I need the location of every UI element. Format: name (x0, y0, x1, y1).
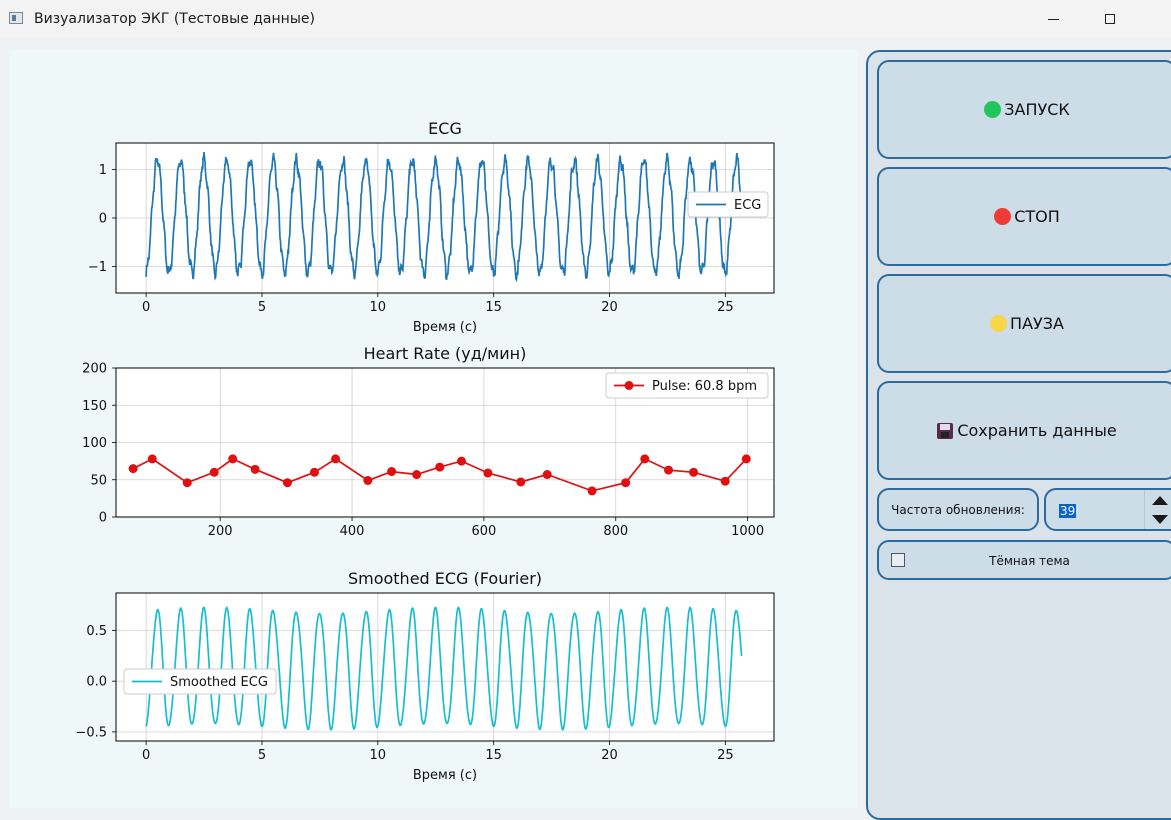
x-tick-label: 200 (208, 524, 233, 539)
maximize-icon (1105, 14, 1115, 24)
x-tick-label: 15 (485, 300, 502, 315)
legend: Pulse: 60.8 bpm (605, 372, 769, 399)
y-tick-label: 0.5 (86, 624, 107, 639)
update-rate-spinbox[interactable]: 39 (1044, 488, 1171, 531)
red-circle-icon (994, 208, 1012, 225)
x-tick-label: 20 (601, 300, 618, 315)
pause-button[interactable]: ПАУЗА (877, 274, 1171, 373)
data-point (182, 478, 192, 488)
app-window-icon (9, 12, 23, 24)
x-tick-label: 15 (485, 748, 502, 763)
chart-2: 200 400 600 800 1000 0 50 100 150 200 Heart Rate (… (82, 344, 775, 539)
data-point (621, 478, 631, 488)
legend-label: ECG (734, 198, 761, 213)
chart-3: 0 5 10 15 20 25 −0.5 0.0 0.5 Smoothed ECG (Fourie… (75, 569, 775, 783)
window-title: Визуализатор ЭКГ (Тестовые данные) (34, 11, 315, 27)
data-point (309, 467, 319, 477)
minimize-button[interactable] (1030, 0, 1076, 38)
data-point (741, 454, 751, 464)
data-point (209, 467, 219, 477)
y-tick-label: 0 (99, 511, 107, 526)
chart-title: Heart Rate (уд/мин) (364, 344, 527, 363)
stop-label: СТОП (1014, 207, 1060, 226)
data-point (387, 467, 397, 477)
data-point (363, 475, 373, 485)
maximize-button[interactable] (1087, 0, 1133, 38)
yellow-circle-icon (990, 315, 1008, 332)
spin-down-arrow-icon[interactable] (1152, 515, 1168, 524)
data-point (689, 467, 699, 477)
legend: ECG (687, 191, 769, 218)
data-point (147, 454, 157, 464)
data-point (516, 477, 526, 487)
y-tick-label: −1 (88, 260, 107, 275)
data-point (640, 454, 650, 464)
x-tick-label: 10 (370, 748, 387, 763)
x-tick-label: 0 (142, 300, 150, 315)
start-button[interactable]: ЗАПУСК (877, 60, 1171, 159)
save-data-button[interactable]: Сохранить данные (877, 381, 1171, 480)
x-tick-label: 10 (370, 300, 387, 315)
data-point (228, 454, 238, 464)
data-point (250, 464, 260, 474)
x-tick-label: 5 (258, 748, 266, 763)
x-tick-label: 800 (603, 524, 628, 539)
x-tick-label: 25 (717, 748, 734, 763)
legend: Smoothed ECG (123, 668, 277, 695)
x-tick-label: 600 (471, 524, 496, 539)
x-tick-label: 1000 (731, 524, 764, 539)
y-tick-label: 200 (82, 362, 107, 377)
legend-label: Smoothed ECG (170, 675, 268, 690)
legend-label: Pulse: 60.8 bpm (652, 379, 757, 394)
data-point (664, 465, 674, 475)
chart-title: Smoothed ECG (Fourier) (348, 569, 542, 588)
spin-up-arrow-icon[interactable] (1152, 496, 1168, 505)
green-circle-icon (984, 101, 1002, 118)
spinbox-divider (1144, 490, 1145, 529)
start-label: ЗАПУСК (1004, 100, 1070, 119)
y-tick-label: 0.0 (86, 675, 107, 690)
legend-marker (624, 381, 634, 390)
dark-theme-toggle[interactable]: Тёмная тема (877, 540, 1171, 580)
chart-title: ECG (428, 119, 462, 138)
save-label: Сохранить данные (957, 421, 1117, 440)
x-tick-label: 25 (717, 300, 734, 315)
x-axis-label: Время (с) (413, 768, 477, 783)
y-tick-label: −0.5 (75, 725, 107, 740)
y-tick-label: 50 (90, 473, 107, 488)
y-tick-label: 1 (99, 163, 107, 178)
data-point (587, 486, 597, 496)
data-point (282, 478, 292, 488)
chart-1: 0 5 10 15 20 25 −1 0 1 ECG Время (с) ECG (88, 119, 775, 335)
data-point (720, 476, 730, 486)
title-bar: Визуализатор ЭКГ (Тестовые данные) (0, 0, 1171, 38)
data-point (542, 470, 552, 480)
update-rate-value[interactable]: 39 (1059, 504, 1077, 518)
update-rate-label: Частота обновления: (877, 488, 1039, 531)
x-axis-label: Время (с) (413, 320, 477, 335)
data-point (483, 468, 493, 478)
y-tick-label: 100 (82, 436, 107, 451)
data-point (456, 456, 466, 466)
x-tick-label: 5 (258, 300, 266, 315)
pause-label: ПАУЗА (1010, 314, 1064, 333)
data-point (412, 470, 422, 480)
x-tick-label: 0 (142, 748, 150, 763)
stop-button[interactable]: СТОП (877, 167, 1171, 266)
x-tick-label: 20 (601, 748, 618, 763)
data-point (435, 462, 445, 472)
data-point (128, 464, 138, 474)
x-tick-label: 400 (340, 524, 365, 539)
ecg-figure: 0 5 10 15 20 25−101ECGВремя (с)ECG200 400 600 80… (75, 119, 775, 783)
floppy-disk-icon (937, 422, 954, 439)
dark-theme-label: Тёмная тема (989, 554, 1070, 568)
data-point (331, 454, 341, 464)
minimize-icon (1047, 18, 1059, 20)
y-tick-label: 0 (99, 212, 107, 227)
y-tick-label: 150 (82, 399, 107, 414)
plot-area: 0 5 10 15 20 25 −1 0 1 ECG Время (с) ECG 200 400 600 80… (10, 50, 858, 808)
